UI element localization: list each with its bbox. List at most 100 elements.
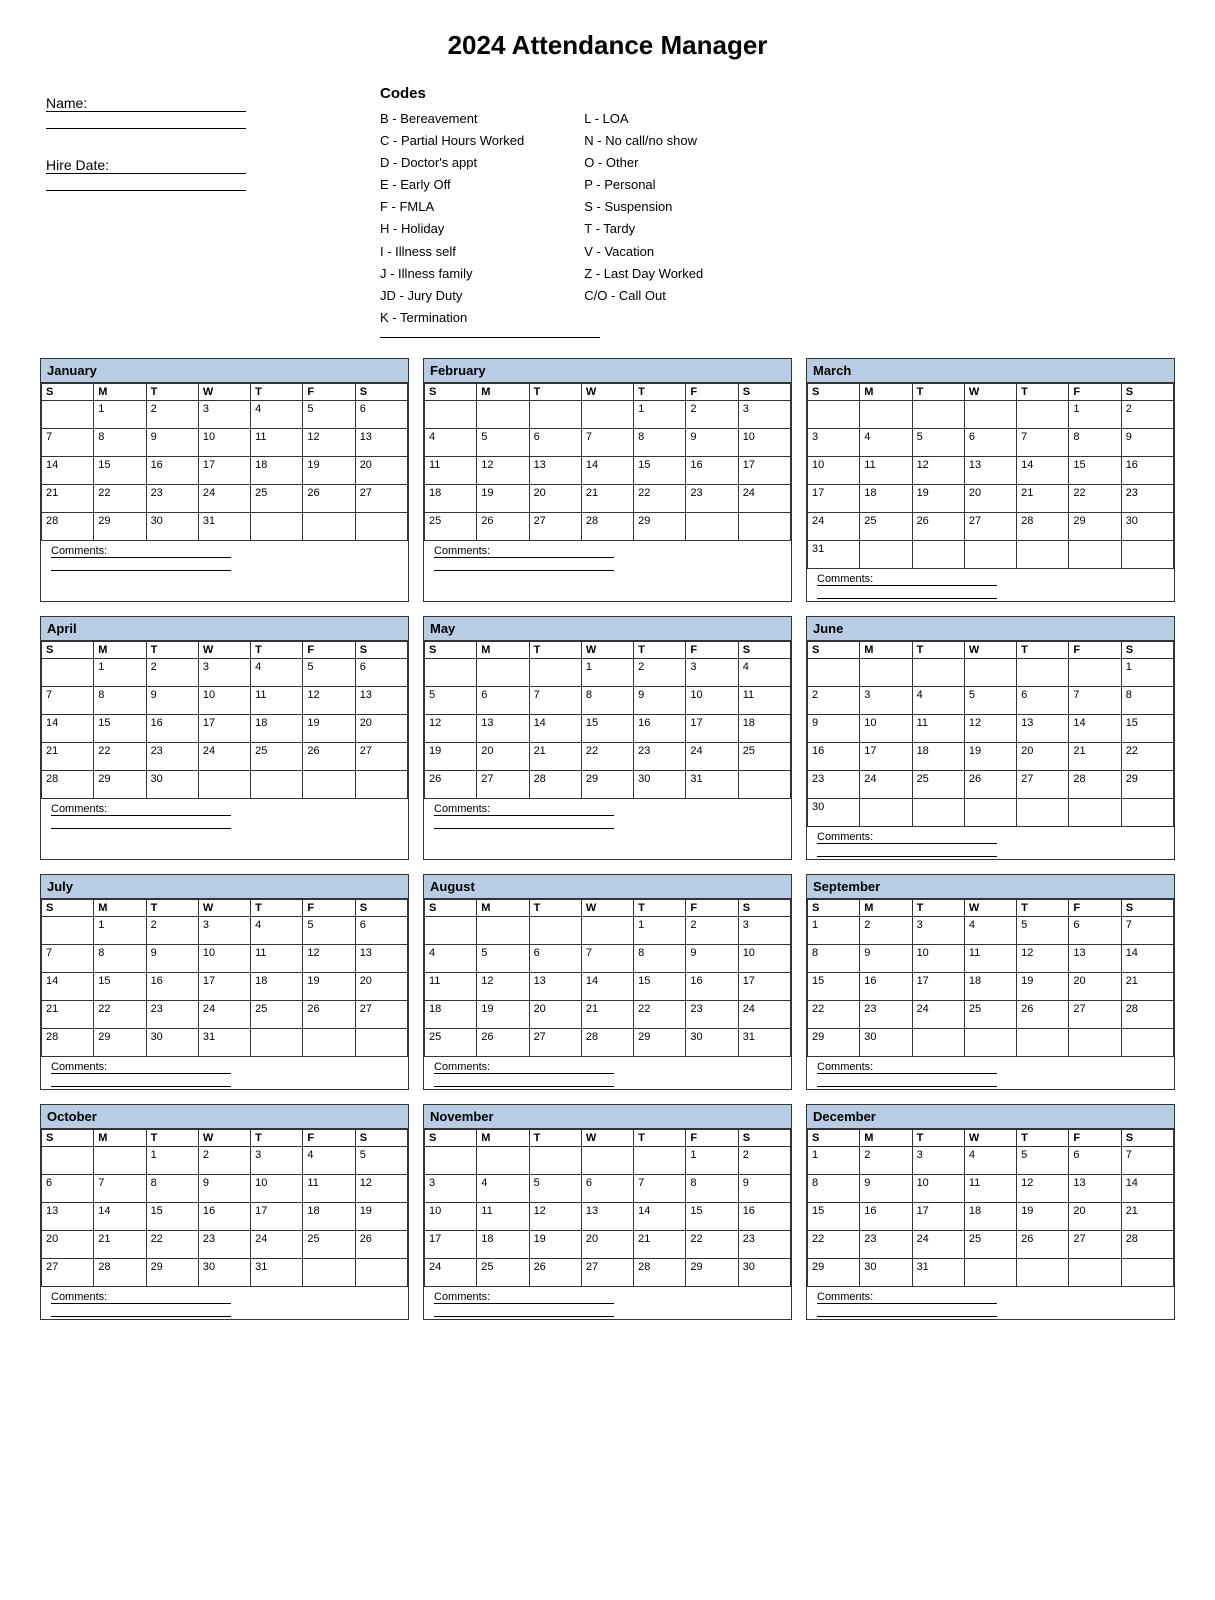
calendar-day: 26 (303, 1000, 355, 1028)
calendar-day: 23 (198, 1230, 250, 1258)
calendar-day: 6 (355, 658, 407, 686)
calendar-day: 19 (529, 1230, 581, 1258)
day-header: W (581, 1129, 633, 1146)
day-header: T (146, 899, 198, 916)
calendar-day (251, 1028, 303, 1056)
calendar-day: 9 (686, 944, 738, 972)
calendar-day (477, 916, 529, 944)
calendar-day: 30 (686, 1028, 738, 1056)
calendar-header-february: February (424, 359, 791, 383)
calendar-day: 23 (146, 484, 198, 512)
day-header: T (1017, 641, 1069, 658)
calendar-day: 30 (1121, 512, 1173, 540)
calendar-day: 20 (355, 456, 407, 484)
day-header: M (94, 1129, 146, 1146)
calendar-january: JanuarySMTWTFS12345678910111213141516171… (40, 358, 409, 602)
calendar-comments: Comments: (41, 1287, 408, 1319)
calendar-day (964, 1258, 1016, 1286)
page-title: 2024 Attendance Manager (40, 30, 1175, 61)
day-header: S (808, 641, 860, 658)
calendar-comments: Comments: (424, 799, 791, 831)
calendar-day (529, 400, 581, 428)
day-header: S (738, 899, 790, 916)
day-header: S (425, 899, 477, 916)
calendar-day: 31 (738, 1028, 790, 1056)
calendar-day: 26 (303, 742, 355, 770)
calendar-day: 25 (251, 484, 303, 512)
calendar-comments: Comments: (41, 799, 408, 831)
calendar-day: 22 (808, 1000, 860, 1028)
calendar-day: 7 (1017, 428, 1069, 456)
calendar-comments: Comments: (424, 541, 791, 573)
calendar-day: 27 (42, 1258, 94, 1286)
calendar-day: 25 (303, 1230, 355, 1258)
day-header: M (94, 899, 146, 916)
calendar-day (1069, 540, 1121, 568)
day-header: F (303, 1129, 355, 1146)
calendar-day (964, 798, 1016, 826)
day-header: S (808, 383, 860, 400)
calendar-day: 27 (477, 770, 529, 798)
calendar-day: 22 (634, 484, 686, 512)
calendar-day: 7 (581, 428, 633, 456)
calendar-day: 8 (581, 686, 633, 714)
day-header: S (355, 1129, 407, 1146)
calendar-day: 3 (251, 1146, 303, 1174)
calendar-day: 24 (198, 484, 250, 512)
day-header: F (686, 641, 738, 658)
calendar-day: 28 (1121, 1000, 1173, 1028)
calendar-day: 1 (146, 1146, 198, 1174)
day-header: T (251, 1129, 303, 1146)
calendar-day (686, 512, 738, 540)
calendar-day: 8 (634, 944, 686, 972)
calendar-day: 1 (94, 658, 146, 686)
calendar-day: 1 (686, 1146, 738, 1174)
calendar-day: 1 (1069, 400, 1121, 428)
calendar-day: 14 (42, 714, 94, 742)
calendar-day: 11 (251, 428, 303, 456)
day-header: M (477, 383, 529, 400)
calendar-day: 27 (529, 1028, 581, 1056)
calendar-day: 16 (634, 714, 686, 742)
calendar-day (425, 916, 477, 944)
calendar-day (477, 1146, 529, 1174)
calendar-day: 18 (425, 1000, 477, 1028)
calendar-day: 16 (808, 742, 860, 770)
calendar-header-november: November (424, 1105, 791, 1129)
calendar-day: 15 (634, 972, 686, 1000)
calendar-day: 26 (529, 1258, 581, 1286)
calendar-day: 5 (425, 686, 477, 714)
calendar-day: 4 (964, 916, 1016, 944)
calendar-day: 4 (964, 1146, 1016, 1174)
calendar-comments: Comments: (807, 827, 1174, 859)
calendar-day: 30 (738, 1258, 790, 1286)
calendar-day: 3 (808, 428, 860, 456)
calendar-day: 10 (686, 686, 738, 714)
calendar-day (94, 1146, 146, 1174)
day-header: M (477, 899, 529, 916)
calendar-day: 26 (425, 770, 477, 798)
calendar-day: 4 (251, 916, 303, 944)
calendar-day: 23 (686, 1000, 738, 1028)
day-header: S (425, 383, 477, 400)
calendar-day: 17 (686, 714, 738, 742)
calendar-day: 12 (964, 714, 1016, 742)
calendar-header-april: April (41, 617, 408, 641)
calendar-header-august: August (424, 875, 791, 899)
calendar-day: 30 (146, 512, 198, 540)
calendar-day: 1 (94, 400, 146, 428)
calendar-day: 2 (686, 400, 738, 428)
calendar-day: 3 (198, 658, 250, 686)
calendar-day: 11 (964, 944, 1016, 972)
day-header: S (1121, 1129, 1173, 1146)
calendar-day: 13 (355, 686, 407, 714)
calendar-day (964, 540, 1016, 568)
calendar-day (42, 1146, 94, 1174)
calendar-day (251, 512, 303, 540)
calendar-day: 27 (529, 512, 581, 540)
calendar-day: 2 (860, 916, 912, 944)
calendar-day: 18 (251, 972, 303, 1000)
calendar-day: 22 (634, 1000, 686, 1028)
calendar-day: 26 (964, 770, 1016, 798)
day-header: F (1069, 383, 1121, 400)
